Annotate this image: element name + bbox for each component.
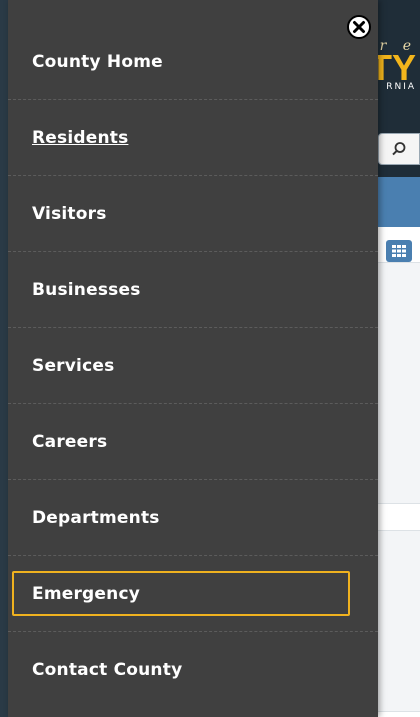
menu-link-visitors[interactable]: Visitors <box>32 176 107 252</box>
menu-item-residents[interactable]: Residents <box>8 100 378 176</box>
menu-item-businesses[interactable]: Businesses <box>8 252 378 328</box>
menu-link-contact-county[interactable]: Contact County <box>32 632 182 708</box>
site-grid-button[interactable] <box>386 240 412 262</box>
menu-item-departments[interactable]: Departments <box>8 480 378 556</box>
menu-link-departments[interactable]: Departments <box>32 480 160 556</box>
search-icon <box>392 142 406 156</box>
page-edge-strip <box>0 0 8 717</box>
menu-link-services[interactable]: Services <box>32 328 114 404</box>
menu-item-contact-county[interactable]: Contact County <box>8 632 378 708</box>
menu-link-county-home[interactable]: County Home <box>32 24 163 100</box>
side-menu-panel: County Home Residents Visitors Businesse… <box>8 0 378 717</box>
menu-item-services[interactable]: Services <box>8 328 378 404</box>
menu-link-residents[interactable]: Residents <box>32 100 128 176</box>
menu-item-careers[interactable]: Careers <box>8 404 378 480</box>
menu-list: County Home Residents Visitors Businesse… <box>8 24 378 708</box>
menu-item-emergency[interactable]: Emergency <box>8 556 378 632</box>
menu-link-emergency[interactable]: Emergency <box>32 556 140 632</box>
page: r e TY RNIA County Home Residents Visito… <box>0 0 420 717</box>
site-search-button[interactable] <box>378 133 420 165</box>
site-logo-subtitle: RNIA <box>386 82 416 92</box>
menu-item-county-home[interactable]: County Home <box>8 24 378 100</box>
menu-link-businesses[interactable]: Businesses <box>32 252 141 328</box>
menu-link-careers[interactable]: Careers <box>32 404 107 480</box>
menu-item-visitors[interactable]: Visitors <box>8 176 378 252</box>
grid-icon <box>392 245 406 257</box>
